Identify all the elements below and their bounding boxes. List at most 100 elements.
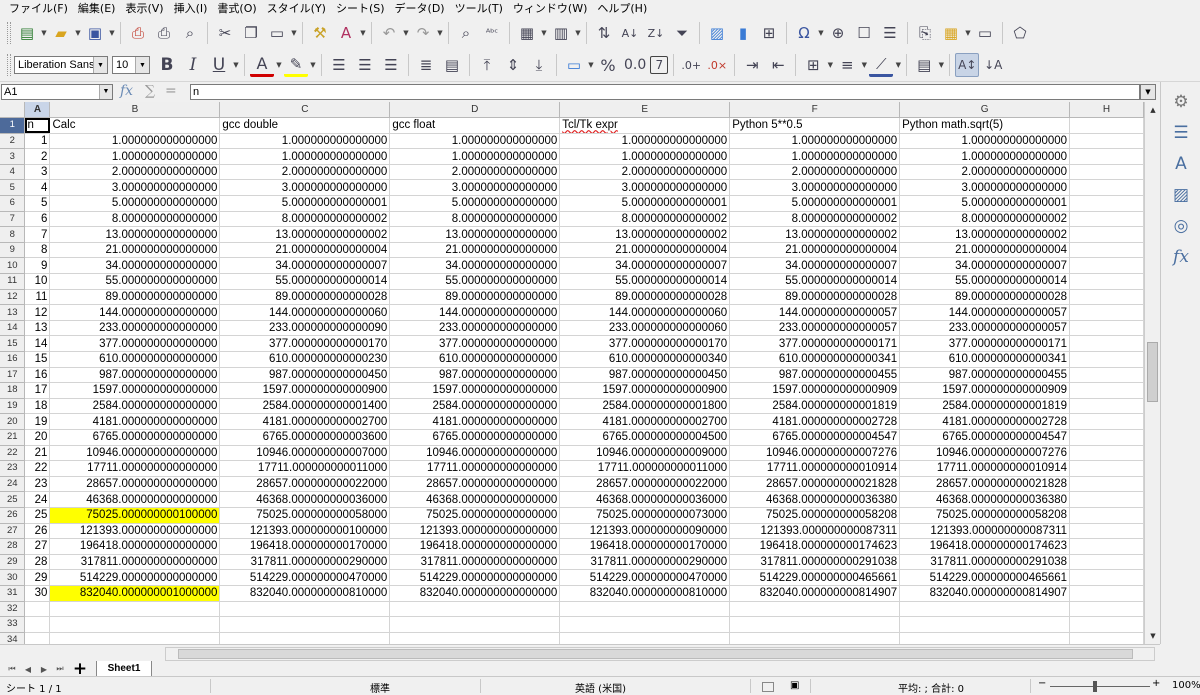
column-header-f[interactable]: F <box>729 102 901 119</box>
row-header[interactable]: 18 <box>0 382 26 399</box>
cell-g[interactable]: 6765.000000000004547 <box>899 429 1071 446</box>
vertical-scroll-thumb[interactable] <box>1147 342 1158 402</box>
align-center-icon[interactable]: ☰ <box>353 53 377 77</box>
cell-c[interactable]: 89.000000000000028 <box>219 289 391 306</box>
cell-e[interactable]: 2.000000000000000 <box>559 164 731 181</box>
cell-e[interactable]: 28657.000000000022000 <box>559 476 731 493</box>
cell-g[interactable]: 144.000000000000057 <box>899 304 1071 321</box>
cell-table[interactable]: A B C D E F G H 1 n Calc gcc double gcc … <box>0 102 1144 644</box>
empty-cell[interactable] <box>899 601 1071 618</box>
border-style-dropdown-icon[interactable]: ▼ <box>860 61 868 69</box>
headers-footers-icon[interactable]: ☰ <box>878 21 902 45</box>
row-header[interactable]: 30 <box>0 569 26 586</box>
row-header[interactable]: 23 <box>0 460 26 477</box>
text-direction-ltr-icon[interactable]: A↕ <box>955 53 980 77</box>
cell-e[interactable]: 4181.000000000002700 <box>559 413 731 430</box>
empty-cell[interactable] <box>1069 538 1144 555</box>
underline-dropdown-icon[interactable]: ▼ <box>232 61 240 69</box>
empty-cell[interactable] <box>1069 273 1144 290</box>
empty-cell[interactable] <box>1069 320 1144 337</box>
cell-d[interactable]: 121393.000000000000000 <box>389 523 561 540</box>
cell-c[interactable]: 987.000000000000450 <box>219 367 391 384</box>
toolbar-grip[interactable] <box>7 54 11 76</box>
cell-f[interactable]: 8.000000000000002 <box>729 211 901 228</box>
status-page-style[interactable]: 標準 <box>370 680 390 695</box>
empty-cell[interactable] <box>1069 289 1144 306</box>
first-sheet-icon[interactable]: ⏮ <box>6 663 18 675</box>
row-header[interactable]: 8 <box>0 226 26 243</box>
number-format-button[interactable]: 0.0 <box>622 53 648 77</box>
font-color-icon[interactable]: A <box>250 53 274 77</box>
cell-d[interactable]: 34.000000000000000 <box>389 257 561 275</box>
row-header[interactable]: 3 <box>0 148 26 165</box>
empty-cell[interactable] <box>49 601 221 618</box>
cell-n[interactable]: 20 <box>24 429 51 446</box>
cell-g[interactable]: 46368.000000000036380 <box>899 491 1071 508</box>
menu-format[interactable]: 書式(O) <box>212 0 261 17</box>
empty-cell[interactable] <box>1069 351 1144 368</box>
cell-n[interactable]: 28 <box>24 554 51 571</box>
row-header[interactable]: 21 <box>0 429 26 446</box>
cell-f[interactable]: 17711.000000000010914 <box>729 460 901 477</box>
empty-cell[interactable] <box>1069 616 1144 633</box>
cell-d[interactable]: 1597.000000000000000 <box>389 382 561 399</box>
cell-b[interactable]: 3.000000000000000 <box>49 179 221 197</box>
empty-cell[interactable] <box>1069 367 1144 384</box>
cell-g[interactable]: 34.000000000000007 <box>899 257 1071 275</box>
empty-cell[interactable] <box>1069 226 1144 243</box>
empty-cell[interactable] <box>1069 179 1144 197</box>
cell-d[interactable]: 2584.000000000000000 <box>389 398 561 415</box>
empty-cell[interactable] <box>1069 398 1144 415</box>
menu-insert[interactable]: 挿入(I) <box>169 0 213 17</box>
cell-g[interactable]: 10946.000000000007276 <box>899 445 1071 462</box>
cell-d[interactable]: 55.000000000000000 <box>389 273 561 290</box>
highlight-dropdown-icon[interactable]: ▼ <box>309 61 317 69</box>
hyperlink-icon[interactable]: ⊕ <box>826 21 850 45</box>
empty-cell[interactable] <box>1069 335 1144 352</box>
empty-cell[interactable] <box>219 616 391 633</box>
menu-styles[interactable]: スタイル(Y) <box>262 0 331 17</box>
last-sheet-icon[interactable]: ⏭ <box>54 663 66 675</box>
row-header[interactable]: 12 <box>0 289 26 306</box>
clone-formatting-icon[interactable]: ⚒ <box>308 21 332 45</box>
cell-d[interactable]: 987.000000000000000 <box>389 367 561 384</box>
redo-dropdown-icon[interactable]: ▼ <box>436 29 444 37</box>
expand-formula-bar-icon[interactable]: ▼ <box>1140 84 1156 100</box>
column-header-a[interactable]: A <box>24 102 51 119</box>
empty-cell[interactable] <box>1069 460 1144 477</box>
cell-d[interactable]: 2.000000000000000 <box>389 164 561 181</box>
cell-e[interactable]: 377.000000000000170 <box>559 335 731 352</box>
horizontal-scrollbar[interactable] <box>165 647 1155 661</box>
cell-b[interactable]: 377.000000000000000 <box>49 335 221 352</box>
row-dropdown-icon[interactable]: ▼ <box>540 29 548 37</box>
new-document-icon[interactable]: ▤ <box>15 21 39 45</box>
document-modified-icon[interactable]: ▣ <box>790 680 799 691</box>
formula-input[interactable]: n <box>190 84 1140 100</box>
empty-cell[interactable] <box>1069 195 1144 212</box>
cell-c[interactable]: 4181.000000000002700 <box>219 413 391 430</box>
save-dropdown-icon[interactable]: ▼ <box>108 29 116 37</box>
cell-e[interactable]: 75025.000000000073000 <box>559 507 731 524</box>
cell-e[interactable]: 55.000000000000014 <box>559 273 731 290</box>
row-header[interactable]: 29 <box>0 554 26 571</box>
row-header[interactable]: 2 <box>0 133 26 150</box>
cell-b[interactable]: 121393.000000000000000 <box>49 523 221 540</box>
cell-e[interactable]: 13.000000000000002 <box>559 226 731 243</box>
cell-n[interactable]: 24 <box>24 491 51 508</box>
copy-icon[interactable]: ❐ <box>239 21 263 45</box>
cell-b[interactable]: 10946.000000000000000 <box>49 445 221 462</box>
cell-g[interactable]: 832040.000000000814907 <box>899 585 1071 602</box>
cell-f[interactable]: 317811.000000000291038 <box>729 554 901 571</box>
cell-d[interactable]: 46368.000000000000000 <box>389 491 561 508</box>
empty-cell[interactable] <box>1069 382 1144 399</box>
border-style-icon[interactable]: ≡ <box>835 53 859 77</box>
cell-c[interactable]: 5.000000000000001 <box>219 195 391 212</box>
cell-f[interactable]: 6765.000000000004547 <box>729 429 901 446</box>
highlight-color-icon[interactable]: ✎ <box>284 53 308 77</box>
cell-f[interactable]: 10946.000000000007276 <box>729 445 901 462</box>
cell-f[interactable]: 1.000000000000000 <box>729 133 901 150</box>
split-window-icon[interactable]: ▭ <box>973 21 997 45</box>
cell-b[interactable]: 21.000000000000000 <box>49 242 221 259</box>
paste-icon[interactable]: ▭ <box>265 21 289 45</box>
align-top-icon[interactable]: ⤒ <box>475 53 499 77</box>
